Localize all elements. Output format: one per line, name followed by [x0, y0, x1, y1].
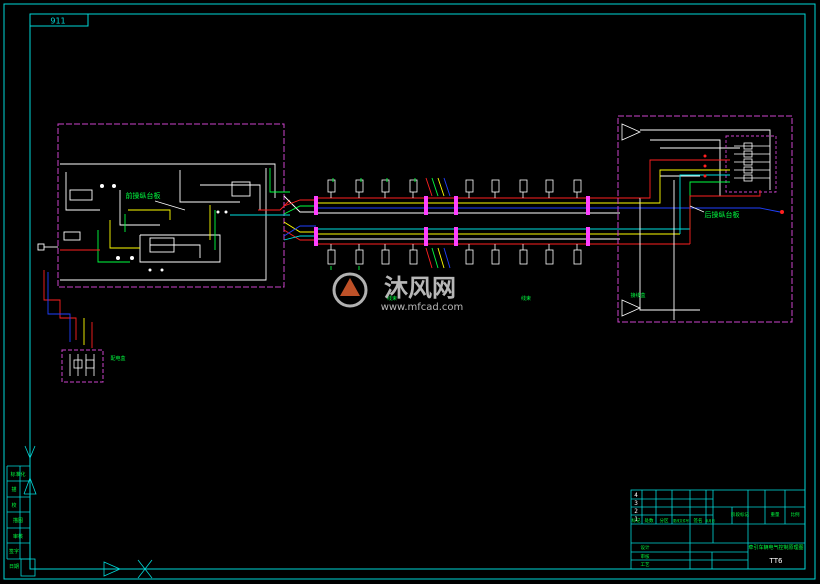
front-panel-symbols [100, 184, 228, 272]
cad-drawing-canvas: 911 标准化 描 校 描图 审核 签字 日期 前操纵台板 配电盒 线束 线束 … [3, 3, 816, 580]
drawing-number: TT6 [769, 557, 783, 565]
watermark: 沐风网 www.mfcad.com [332, 272, 464, 313]
watermark-url: www.mfcad.com [381, 302, 464, 313]
front-panel-wiring [60, 163, 291, 281]
left-strip-label-1: 标准化 [10, 471, 25, 478]
front-panel-label: 前操纵台板 [126, 191, 161, 200]
mid-label-2: 线束 [521, 295, 531, 302]
rear-panel-wiring [639, 129, 781, 320]
corner-code-box: 911 [29, 13, 89, 27]
upper-lamp-colors [332, 177, 451, 197]
left-strip-labels: 标准化 描 校 描图 审核 签字 日期 [9, 471, 26, 570]
lower-lamp-colors [330, 247, 451, 270]
rear-panel-label: 后操纵台板 [705, 210, 740, 219]
rev-row-3: 3 [634, 500, 638, 507]
title-block-stage: 阶段标记 重量 比例 [731, 511, 800, 518]
role-design: 设计 [641, 544, 650, 551]
left-strip-label-5: 审核 [13, 533, 23, 540]
title-block-rev-headers: 标记 处数 分区 更改文件号 签名 年月日 [632, 517, 715, 524]
title-block-roles: 设计 审核 工艺 [641, 544, 650, 568]
rev-header-date: 年月日 [705, 518, 715, 523]
rev-header-sign: 签名 [694, 517, 703, 524]
corner-code: 911 [50, 17, 65, 26]
stage-header-weight: 重量 [771, 511, 780, 518]
rev-header-docno: 更改文件号 [673, 518, 689, 523]
left-strip-label-6: 签字 [9, 548, 19, 555]
lower-lamp-row [327, 244, 582, 265]
rear-panel-box [617, 115, 793, 323]
rev-row-2: 2 [634, 508, 638, 515]
rev-header-count: 处数 [645, 517, 654, 524]
left-strip-label-7: 日期 [9, 564, 19, 570]
role-process: 工艺 [641, 562, 650, 568]
side-box-internals [69, 354, 95, 376]
rev-header-mark: 标记 [632, 517, 641, 524]
side-box-label: 配电盒 [110, 355, 125, 362]
stage-header-mark: 阶段标记 [731, 511, 749, 518]
left-feed-wiring [37, 243, 93, 348]
role-review: 审核 [641, 553, 650, 560]
left-strip-label-3: 校 [11, 502, 16, 509]
stage-header-scale: 比例 [791, 511, 800, 518]
bottom-right-label: 接线盒 [630, 292, 645, 299]
left-strip-label-2: 描 [11, 486, 16, 493]
left-strip-label-4: 描图 [13, 517, 23, 524]
upper-lamp-row [327, 179, 582, 198]
rear-panel-switches [621, 123, 770, 317]
main-harness-wires [316, 197, 700, 245]
bottom-markers [88, 559, 160, 579]
rear-panel-label-leader [689, 205, 705, 213]
rev-header-zone: 分区 [660, 517, 669, 524]
rev-row-4: 4 [634, 492, 638, 499]
watermark-cn: 沐风网 [384, 274, 456, 302]
harness-crossing [283, 195, 316, 241]
drawing-title: 牵引车辆电气控制原理图 [748, 544, 803, 551]
side-box [61, 349, 104, 383]
